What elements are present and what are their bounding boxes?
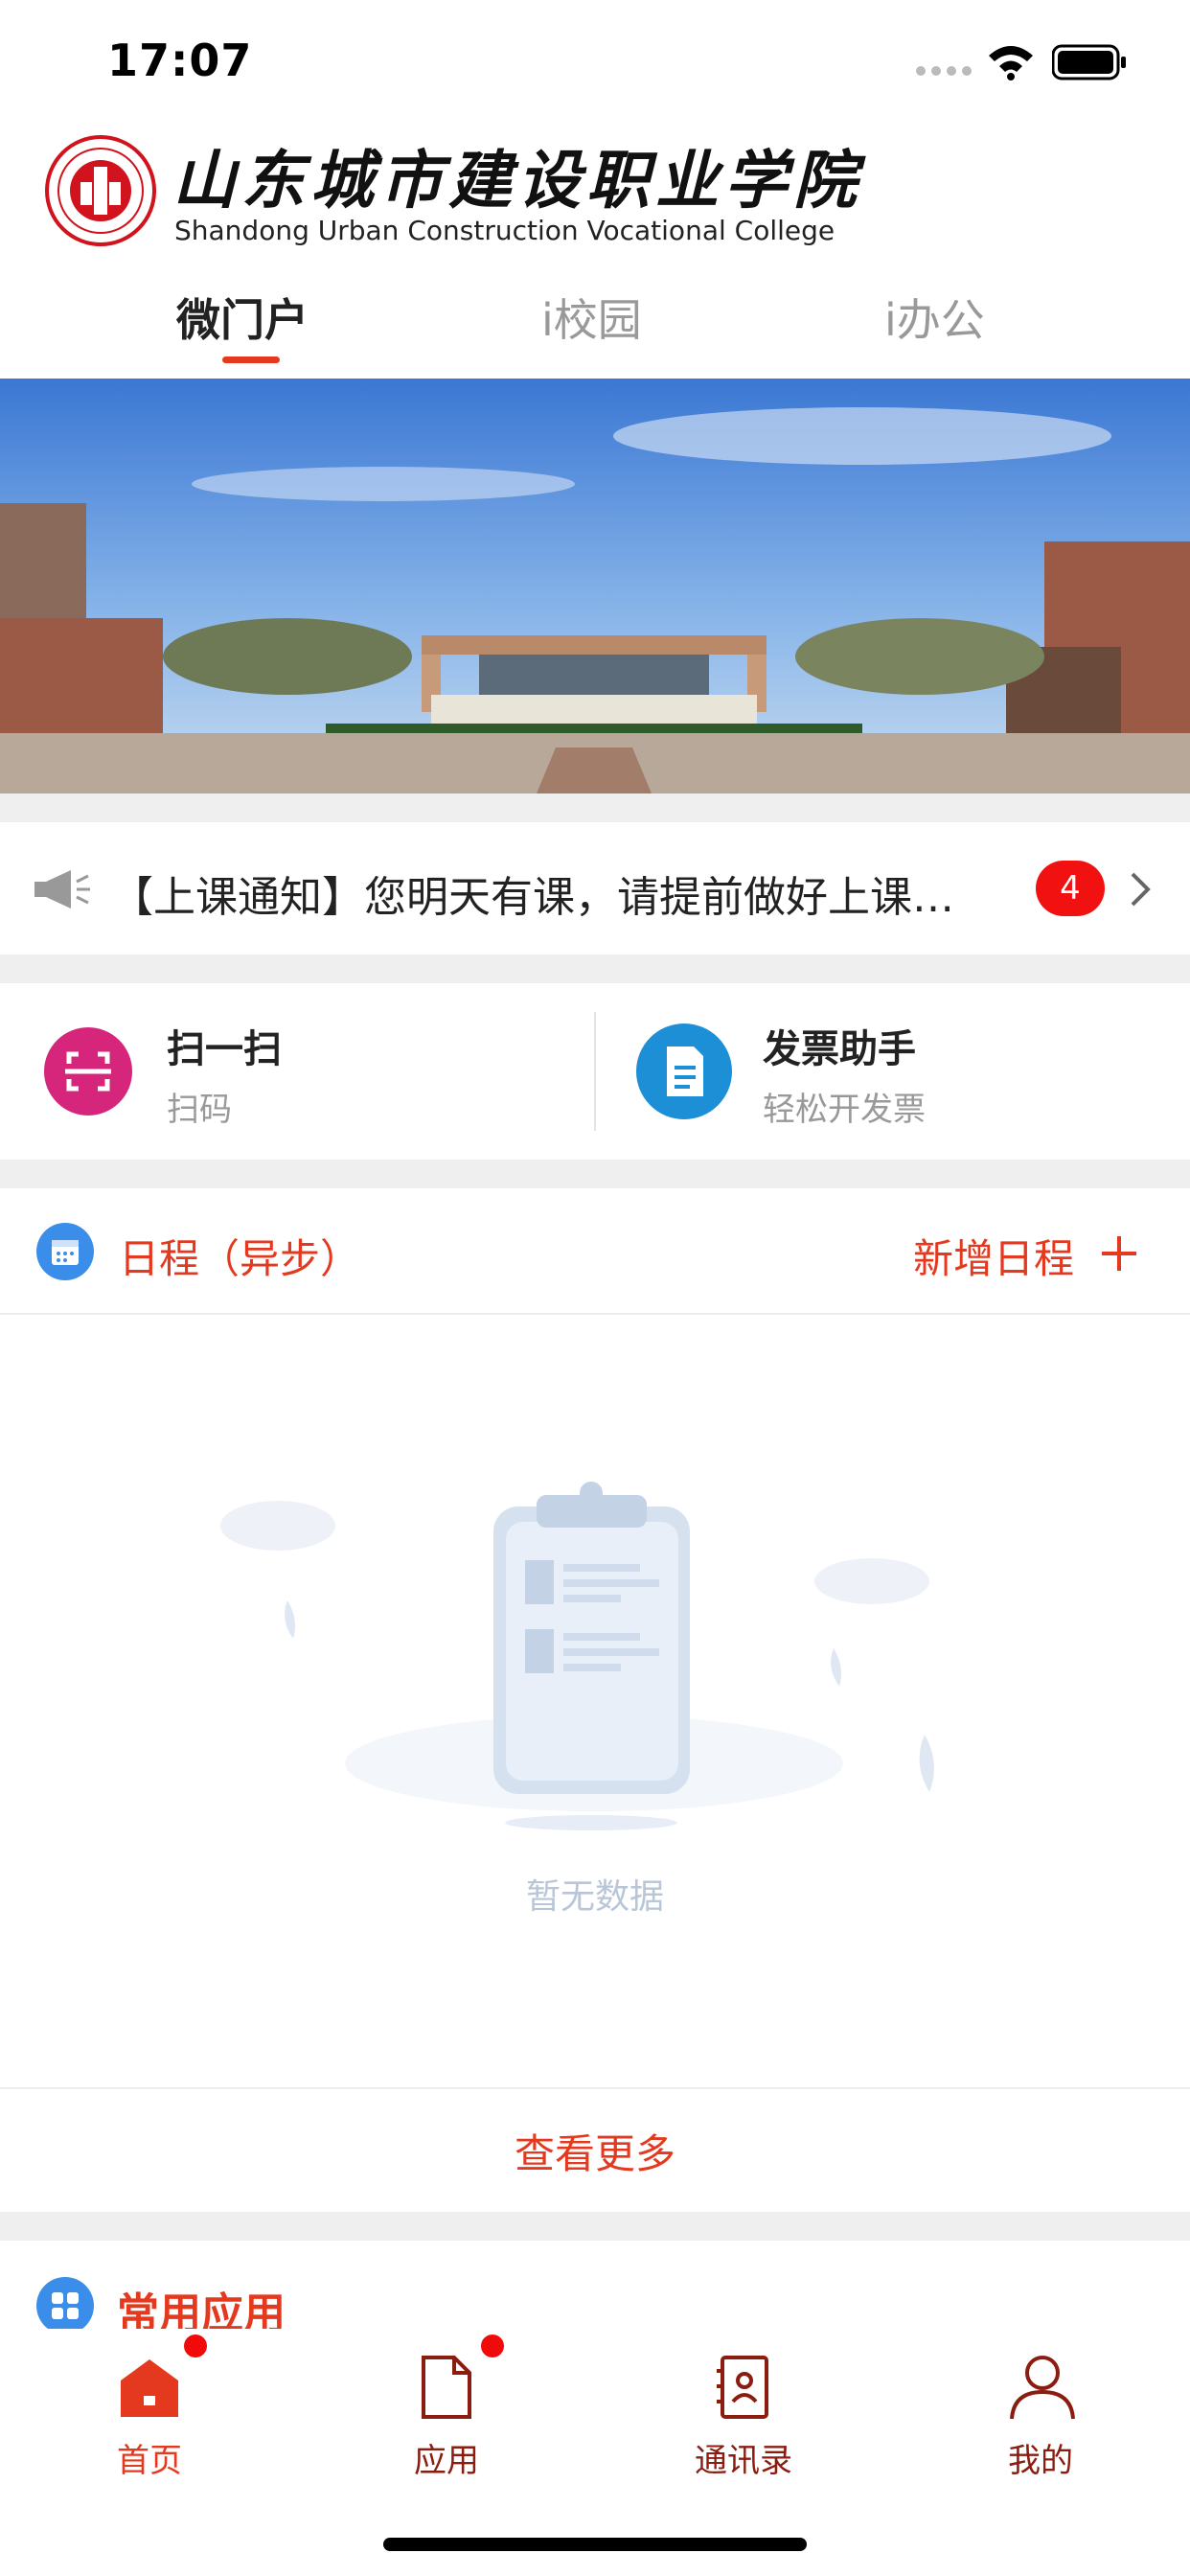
invoice-assistant-button[interactable]: 发票助手	[763, 1018, 916, 1073]
calendar-icon	[36, 1223, 94, 1280]
battery-icon	[1052, 44, 1126, 80]
empty-clipboard-illustration	[220, 1482, 934, 1830]
scan-button-icon-wrap[interactable]	[44, 1027, 132, 1116]
home-notification-dot	[184, 2334, 207, 2358]
scan-button[interactable]: 扫一扫	[167, 1018, 282, 1073]
active-tab-indicator	[222, 356, 280, 363]
campus-banner-image[interactable]	[0, 379, 1190, 794]
apps-notification-dot	[481, 2334, 504, 2358]
tab-i-office[interactable]: i办公	[884, 286, 985, 349]
tab-micro-portal[interactable]: 微门户	[176, 286, 309, 349]
plus-icon[interactable]	[1100, 1234, 1138, 1273]
quick-actions-divider	[594, 1012, 596, 1131]
invoice-button-icon-wrap[interactable]	[636, 1024, 732, 1119]
person-icon[interactable]	[1008, 2352, 1077, 2421]
tab-home[interactable]: 首页	[63, 2434, 236, 2481]
status-time: 17:07	[107, 34, 253, 86]
document-icon	[667, 1046, 703, 1096]
apps-grid-icon	[36, 2277, 94, 2334]
add-schedule-button[interactable]: 新增日程	[913, 1227, 1074, 1285]
tab-i-campus[interactable]: i校园	[541, 286, 642, 349]
invoice-subtitle: 轻松开发票	[763, 1091, 926, 1129]
home-indicator	[383, 2538, 807, 2551]
wifi-icon	[989, 46, 1033, 80]
file-icon[interactable]	[418, 2354, 475, 2421]
college-name-en: Shandong Urban Construction Vocational C…	[174, 215, 835, 246]
college-logo	[45, 135, 156, 246]
empty-state-text: 暂无数据	[525, 1877, 664, 1917]
notice-count-badge: 4	[1036, 861, 1105, 916]
tab-apps[interactable]: 应用	[360, 2434, 533, 2481]
tab-contacts[interactable]: 通讯录	[657, 2434, 830, 2481]
contacts-icon[interactable]	[715, 2354, 774, 2421]
home-icon[interactable]	[115, 2356, 184, 2419]
college-name-cn: 山东城市建设职业学院	[172, 143, 862, 218]
notice-text[interactable]: 【上课通知】您明天有课，请提前做好上课准备	[111, 862, 993, 924]
chevron-right-icon[interactable]	[1129, 870, 1152, 908]
view-more-button[interactable]: 查看更多	[0, 2122, 1190, 2180]
tab-mine[interactable]: 我的	[954, 2434, 1127, 2481]
scan-subtitle: 扫码	[167, 1091, 232, 1129]
scan-icon	[65, 1051, 111, 1092]
more-divider	[0, 2087, 1190, 2089]
signal-icon	[916, 66, 972, 76]
schedule-title: 日程（异步）	[119, 1235, 361, 1282]
megaphone-icon	[34, 870, 90, 908]
schedule-header-divider	[0, 1313, 1190, 1315]
